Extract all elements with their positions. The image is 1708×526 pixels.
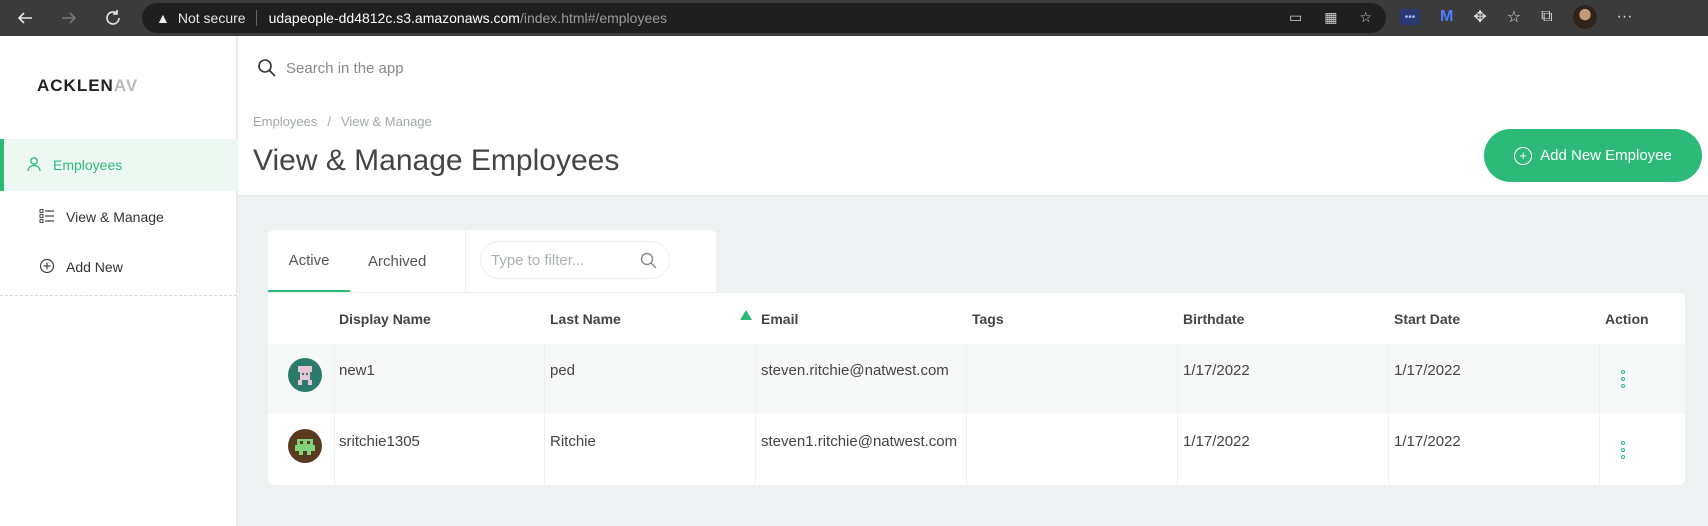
list-icon [38,208,56,227]
column-divider [755,344,756,414]
add-favorite-icon[interactable]: ☆ [1359,9,1372,26]
sidebar-item-employees[interactable]: Employees [0,139,237,191]
sidebar-item-label: View & Manage [66,209,164,225]
app-logo[interactable]: ACKLENAV [37,76,137,96]
column-header-last-name[interactable]: Last Name [550,293,621,344]
row-actions-icon[interactable] [1621,441,1625,459]
breadcrumb-separator: / [327,114,331,129]
page-header: Employees / View & Manage View & Manage Em… [238,36,1708,196]
breadcrumb-current: View & Manage [340,114,432,129]
column-header-start-date[interactable]: Start Date [1394,293,1460,344]
security-label: Not secure [177,10,246,26]
url-path: /index.html#/employees [519,10,668,26]
search-icon [258,59,276,77]
table-row[interactable]: sritchie1305 Ritchie steven1.ritchie@nat… [268,415,1685,485]
favorites-icon[interactable]: ☆ [1507,7,1521,27]
sidebar-item-label: Employees [53,157,123,173]
tab-active[interactable]: Active [268,230,350,292]
plus-circle-icon [38,258,56,277]
table-row[interactable]: new1 ped steven.ritchie@natwest.com 1/17… [268,344,1685,414]
page-title: View & Manage Employees [253,144,620,177]
column-header-birthdate[interactable]: Birthdate [1183,293,1244,344]
column-header-tags[interactable]: Tags [972,293,1004,344]
address-divider [255,10,257,26]
sidebar-item-add-new[interactable]: Add New [0,241,237,293]
sidebar-item-view-manage[interactable]: View & Manage [0,191,237,243]
column-divider [334,415,335,485]
app-search[interactable] [256,50,1366,86]
tab-divider [465,230,466,292]
breadcrumb: Employees / View & Manage [253,114,432,129]
column-divider [334,344,335,414]
cell-start-date: 1/17/2022 [1394,361,1461,379]
extension-m-icon[interactable]: M [1440,8,1453,26]
url-host: udapeople-dd4812c.s3.amazonaws.com [268,10,520,26]
profile-avatar[interactable] [1572,5,1597,29]
column-divider [1388,344,1389,414]
column-divider [1599,344,1600,414]
cell-last-name: Ritchie [550,432,596,450]
column-divider [966,344,967,414]
back-icon[interactable] [8,3,42,33]
tab-archived[interactable]: Archived [368,230,458,292]
column-divider [1177,344,1178,414]
breadcrumb-parent[interactable]: Employees [253,114,317,129]
browser-toolbar: ▲ Not secure udapeople-dd4812c.s3.amazon… [0,0,1708,36]
cell-display-name: new1 [339,361,375,379]
column-divider [966,415,967,485]
cell-birthdate: 1/17/2022 [1183,361,1250,379]
table-filter[interactable] [480,241,670,279]
qr-code-icon[interactable]: ▦ [1324,9,1337,26]
warning-icon[interactable]: ▲ [156,10,170,26]
add-new-employee-label: Add New Employee [1540,147,1672,164]
add-new-employee-button[interactable]: + Add New Employee [1484,129,1702,182]
column-divider [1388,415,1389,485]
column-divider [544,344,545,414]
employee-avatar [288,358,322,392]
refresh-icon[interactable] [96,3,130,33]
search-icon[interactable] [639,251,659,271]
forward-icon[interactable] [52,3,86,33]
employees-table: Display Name Last Name Email Tags Birthd… [268,292,1685,485]
column-divider [755,415,756,485]
tabs-panel: Active Archived [268,230,716,292]
column-divider [544,415,545,485]
employee-avatar [288,429,322,463]
column-header-email[interactable]: Email [761,293,798,344]
extension-dots-icon[interactable]: ••• [1400,9,1420,25]
read-aloud-icon[interactable]: ▭ [1289,9,1302,26]
column-divider [1177,415,1178,485]
column-header-action: Action [1605,310,1649,327]
column-header-display-name[interactable]: Display Name [339,293,431,344]
extensions-puzzle-icon[interactable]: ✥ [1473,7,1486,27]
cell-email: steven.ritchie@natwest.com [761,361,949,379]
search-input[interactable] [286,59,1186,77]
sidebar-item-label: Add New [66,259,123,275]
collections-icon[interactable]: ⧉ [1541,8,1552,26]
plus-circle-icon: + [1514,146,1533,165]
address-bar[interactable]: ▲ Not secure udapeople-dd4812c.s3.amazon… [142,3,1386,33]
sidebar-divider [0,295,237,296]
cell-start-date: 1/17/2022 [1394,432,1461,450]
user-icon [25,156,43,175]
cell-display-name: sritchie1305 [339,432,420,450]
filter-input[interactable] [491,251,631,269]
sort-ascending-icon[interactable] [740,310,752,320]
row-actions-icon[interactable] [1621,370,1625,388]
cell-birthdate: 1/17/2022 [1183,432,1250,450]
sidebar: ACKLENAV Employees View & Manage Add New [0,36,237,526]
cell-last-name: ped [550,361,576,379]
column-divider [1599,415,1600,485]
more-menu-icon[interactable]: ··· [1617,8,1633,26]
cell-email: steven1.ritchie@natwest.com [761,432,958,450]
